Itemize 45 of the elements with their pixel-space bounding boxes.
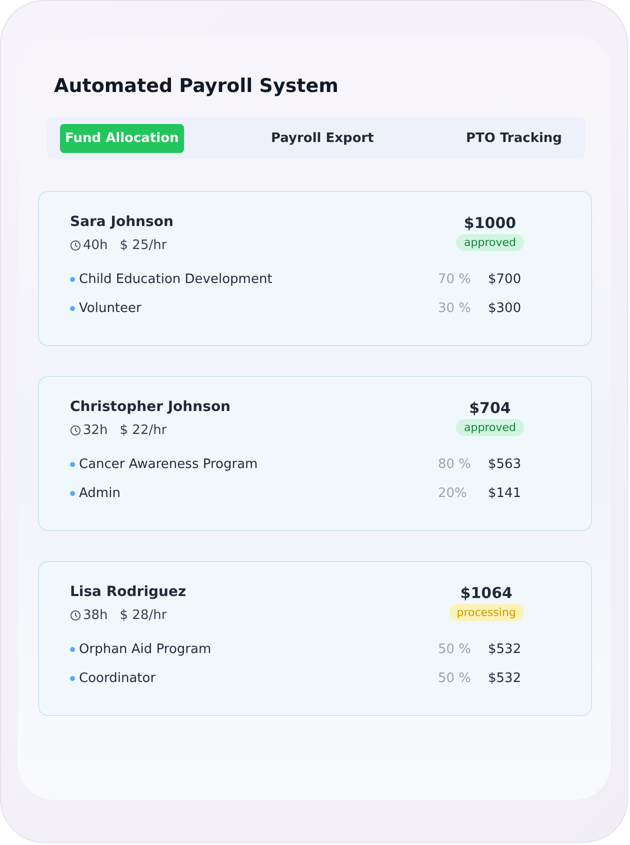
allocation-label: Cancer Awareness Program xyxy=(79,457,259,472)
allocation-amount: $532 xyxy=(488,671,522,686)
bullet-icon xyxy=(70,491,75,496)
bullet-icon xyxy=(70,306,75,311)
employee-name: Christopher Johnson xyxy=(70,399,231,415)
allocation-label: Orphan Aid Program xyxy=(79,642,212,657)
allocation-label: Coordinator xyxy=(79,671,157,686)
allocation-amount: $563 xyxy=(488,457,522,472)
allocation-percent: 70 % xyxy=(438,272,472,287)
allocation-percent: 50 % xyxy=(438,671,472,686)
allocation-amount: $700 xyxy=(488,272,522,287)
allocation-percent: 20% xyxy=(438,486,468,501)
bullet-icon xyxy=(70,277,75,282)
allocation-percent: 80 % xyxy=(438,457,472,472)
rate-text: $ 28/hr xyxy=(120,608,167,623)
employee-name: Sara Johnson xyxy=(70,214,174,230)
bullet-icon xyxy=(70,462,75,467)
tab[interactable]: Payroll Export xyxy=(266,124,379,152)
hours-text: 38h xyxy=(83,608,108,623)
bullet-icon xyxy=(70,676,75,681)
allocation-percent: 50 % xyxy=(438,642,472,657)
hours-text: 32h xyxy=(83,423,108,438)
total-amount: $1000 xyxy=(464,214,516,232)
page-title: Automated Payroll System xyxy=(54,75,340,97)
hours-text: 40h xyxy=(83,238,108,253)
tab[interactable]: PTO Tracking xyxy=(461,124,567,152)
rate-text: $ 25/hr xyxy=(120,238,167,253)
allocation-label: Admin xyxy=(79,486,122,501)
allocation-amount: $532 xyxy=(488,642,522,657)
status-badge: processing xyxy=(448,604,524,621)
employee-name: Lisa Rodriguez xyxy=(70,584,186,600)
allocation-amount: $141 xyxy=(488,486,522,501)
rate-text: $ 22/hr xyxy=(120,423,167,438)
allocation-percent: 30 % xyxy=(438,301,472,316)
bullet-icon xyxy=(70,647,75,652)
status-badge: approved xyxy=(456,419,524,436)
allocation-label: Volunteer xyxy=(79,301,142,316)
clock-icon xyxy=(70,240,81,251)
clock-icon xyxy=(70,425,81,436)
total-amount: $704 xyxy=(469,399,511,417)
status-badge: approved xyxy=(456,234,524,251)
total-amount: $1064 xyxy=(460,584,512,602)
allocation-label: Child Education Development xyxy=(79,272,274,287)
allocation-amount: $300 xyxy=(488,301,522,316)
clock-icon xyxy=(70,610,81,621)
